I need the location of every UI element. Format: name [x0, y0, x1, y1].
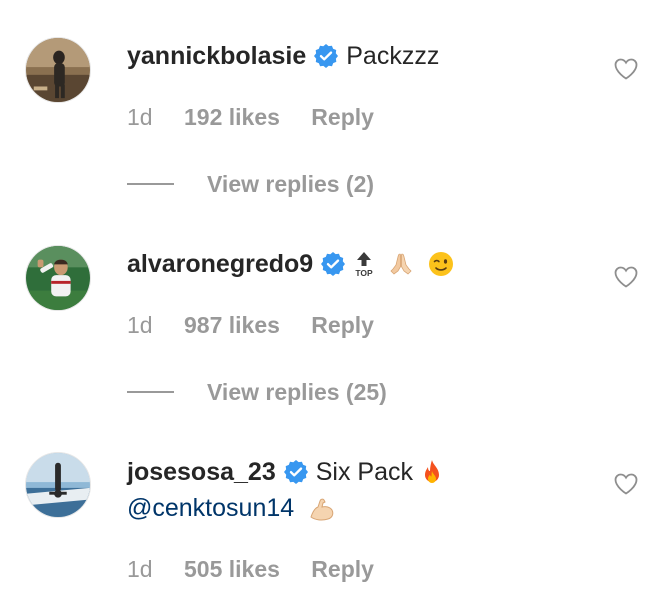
verified-badge-icon	[314, 44, 339, 68]
top-arrow-emoji: TOP	[353, 250, 375, 278]
reply-button[interactable]: Reply	[311, 103, 374, 131]
view-replies-button[interactable]: View replies (2)	[127, 170, 374, 198]
reply-button[interactable]: Reply	[311, 311, 374, 339]
comment-likes-count[interactable]: 505 likes	[184, 555, 280, 583]
verified-badge-icon	[321, 252, 346, 276]
view-replies-label: View replies (2)	[207, 171, 375, 197]
verified-badge-icon	[283, 460, 308, 484]
like-heart-icon[interactable]	[613, 471, 639, 497]
comment-timestamp[interactable]: 1d	[127, 311, 153, 339]
avatar[interactable]	[25, 245, 91, 311]
replies-divider	[127, 391, 174, 393]
winking-face-emoji	[427, 250, 455, 278]
like-heart-icon[interactable]	[613, 264, 639, 290]
replies-divider	[127, 183, 174, 185]
top-emoji-label: TOP	[356, 268, 374, 278]
view-replies-button[interactable]: View replies (25)	[127, 378, 387, 406]
avatar[interactable]	[25, 37, 91, 103]
comment-list: yannickbolasie Packzzz 1d 192 likes Repl…	[0, 0, 656, 610]
comment-timestamp[interactable]: 1d	[127, 103, 153, 131]
comment-username[interactable]: yannickbolasie	[127, 40, 306, 72]
view-replies-label: View replies (25)	[207, 379, 387, 405]
comment-username[interactable]: josesosa_23	[127, 456, 276, 488]
mention-link[interactable]: @cenktosun14	[127, 494, 294, 522]
reply-button[interactable]: Reply	[311, 555, 374, 583]
flexed-biceps-emoji	[307, 495, 337, 523]
comment-username[interactable]: alvaronegredo9	[127, 248, 313, 280]
comment-likes-count[interactable]: 987 likes	[184, 311, 280, 339]
comment-text: Six Pack	[315, 458, 413, 486]
fire-emoji	[421, 458, 443, 486]
like-heart-icon[interactable]	[613, 56, 639, 82]
comment-timestamp[interactable]: 1d	[127, 555, 153, 583]
comment-likes-count[interactable]: 192 likes	[184, 103, 280, 131]
comment-text: Packzzz	[346, 42, 440, 70]
avatar[interactable]	[25, 452, 91, 518]
folded-hands-emoji	[387, 250, 415, 278]
